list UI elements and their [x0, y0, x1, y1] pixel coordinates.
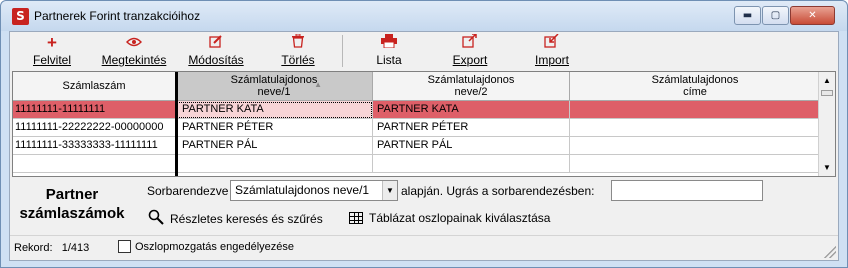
cell-owner-name-2[interactable]: PARTNER PÁL: [373, 137, 570, 155]
app-icon[interactable]: S: [12, 8, 29, 25]
cell-account-number[interactable]: 11111111-22222222-00000000: [13, 119, 176, 137]
column-header-account-number[interactable]: Számlaszám: [13, 72, 176, 101]
record-status: Rekord: 1/413: [14, 241, 89, 255]
cell-owner-address[interactable]: [570, 155, 821, 173]
eye-icon: [98, 34, 170, 52]
view-button[interactable]: Megtekintés: [98, 34, 170, 70]
view-button-label: Megtekintés: [101, 53, 167, 67]
table-row[interactable]: 11111111-22222222-00000000 PARTNER PÉTER…: [13, 119, 821, 137]
column-header-owner-name-1[interactable]: Számlatulajdonos neve/1 ▲: [176, 72, 373, 101]
import-button[interactable]: Import: [528, 33, 576, 70]
edit-icon: [184, 34, 248, 52]
close-button[interactable]: ✕: [790, 6, 835, 25]
import-button-label: Import: [534, 53, 569, 67]
column-move-checkbox[interactable]: [118, 240, 131, 253]
new-button-label: Felvitel: [32, 53, 71, 67]
record-value: 1/413: [61, 242, 90, 254]
cell-owner-address[interactable]: [570, 119, 821, 137]
frozen-column-divider: [175, 72, 178, 176]
sort-select-value: Számlatulajdonos neve/1: [235, 183, 370, 197]
title-bar[interactable]: S Partnerek Forint tranzakcióihoz ▬ ▢ ✕: [1, 1, 847, 31]
column-header-owner-address-label: Számlatulajdonos címe: [651, 74, 739, 98]
column-header-owner-name-2-label: Számlatulajdonos neve/2: [427, 74, 515, 98]
panel-title: Partner számlaszámok: [19, 186, 125, 222]
cell-owner-name-1[interactable]: PARTNER PÉTER: [176, 119, 373, 137]
cell-owner-address[interactable]: [570, 101, 821, 119]
plus-icon: +: [47, 33, 57, 52]
status-divider: [10, 235, 838, 236]
export-button-label: Export: [452, 53, 488, 67]
cell-owner-name-2[interactable]: PARTNER PÉTER: [373, 119, 570, 137]
cell-owner-name-2[interactable]: [373, 155, 570, 173]
sort-label: Sorbarendezve: [147, 184, 229, 198]
cell-owner-name-1[interactable]: PARTNER KATA: [176, 101, 373, 119]
edit-button[interactable]: Módosítás: [184, 34, 248, 70]
cell-owner-address[interactable]: [570, 137, 821, 155]
detailed-search-label: Részletes keresés és szűrés: [170, 212, 323, 226]
column-header-owner-name-1-label: Számlatulajdonos neve/1: [230, 74, 318, 98]
delete-button[interactable]: Törlés: [274, 33, 322, 70]
column-move-label: Oszlopmozgatás engedélyezése: [135, 240, 294, 253]
sort-select[interactable]: Számlatulajdonos neve/1 ▼: [230, 180, 398, 201]
scrollbar-thumb[interactable]: [821, 90, 833, 96]
cell-account-number[interactable]: [13, 155, 176, 173]
delete-button-label: Törlés: [281, 53, 315, 67]
export-button[interactable]: Export: [446, 33, 494, 70]
list-button-label: Lista: [376, 53, 402, 67]
column-move-toggle[interactable]: Oszlopmozgatás engedélyezése: [118, 240, 294, 253]
column-chooser-link[interactable]: Táblázat oszlopainak kiválasztása: [349, 209, 550, 227]
accounts-grid[interactable]: Számlaszám Számlatulajdonos neve/1 ▲ Szá…: [12, 71, 836, 177]
scroll-up-arrow-icon[interactable]: ▲: [819, 72, 835, 89]
export-icon: [446, 33, 494, 52]
cell-account-number[interactable]: 11111111-11111111: [13, 101, 176, 119]
vertical-scrollbar[interactable]: ▲ ▼: [818, 72, 835, 176]
edit-button-label: Módosítás: [188, 53, 244, 67]
list-button[interactable]: Lista: [365, 34, 413, 70]
table-row[interactable]: 11111111-11111111 PARTNER KATA PARTNER K…: [13, 101, 821, 119]
resize-grip-icon[interactable]: [824, 246, 836, 258]
trash-icon: [274, 33, 322, 52]
minimize-button[interactable]: ▬: [734, 6, 761, 25]
scroll-down-arrow-icon[interactable]: ▼: [819, 159, 835, 176]
detailed-search-link[interactable]: Részletes keresés és szűrés: [148, 209, 323, 229]
toolbar-separator: [342, 35, 343, 67]
main-window: S Partnerek Forint tranzakcióihoz ▬ ▢ ✕ …: [0, 0, 848, 268]
table-icon: [349, 212, 363, 224]
chevron-down-icon[interactable]: ▼: [382, 181, 397, 200]
column-chooser-label: Táblázat oszlopainak kiválasztása: [369, 211, 551, 225]
record-label: Rekord:: [14, 242, 53, 254]
cell-account-number[interactable]: 11111111-33333333-11111111: [13, 137, 176, 155]
column-header-owner-name-2[interactable]: Számlatulajdonos neve/2: [373, 72, 570, 101]
jump-input[interactable]: [611, 180, 763, 201]
sort-ascending-icon: ▲: [314, 80, 322, 89]
maximize-button[interactable]: ▢: [762, 6, 789, 25]
import-icon: [528, 33, 576, 52]
printer-icon: [365, 34, 413, 52]
sort-after-label: alapján. Ugrás a sorbarendezésben:: [401, 184, 595, 198]
client-area: + Felvitel Megtekintés Módosítás Törlés: [9, 31, 839, 261]
toolbar: + Felvitel Megtekintés Módosítás Törlés: [10, 32, 838, 70]
cell-owner-name-1[interactable]: PARTNER PÁL: [176, 137, 373, 155]
window-controls: ▬ ▢ ✕: [734, 6, 835, 25]
column-header-owner-address[interactable]: Számlatulajdonos címe: [570, 72, 821, 101]
table-row[interactable]: [13, 155, 821, 173]
search-icon: [148, 209, 164, 229]
table-row[interactable]: 11111111-33333333-11111111 PARTNER PÁL P…: [13, 137, 821, 155]
new-button[interactable]: + Felvitel: [28, 34, 76, 70]
cell-owner-name-2[interactable]: PARTNER KATA: [373, 101, 570, 119]
window-title: Partnerek Forint tranzakcióihoz: [34, 9, 201, 23]
cell-owner-name-1[interactable]: [176, 155, 373, 173]
